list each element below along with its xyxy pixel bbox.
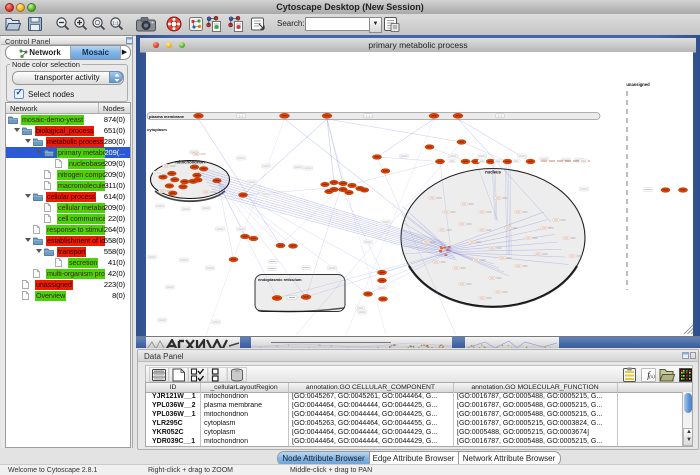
- svg-text:[...]: [...]: [366, 114, 370, 118]
- svg-text:mitochondrion: mitochondrion: [175, 160, 205, 165]
- svg-text:unassigned: unassigned: [626, 82, 650, 87]
- svg-text:(x): (x): [649, 375, 655, 380]
- svg-text:endoplasmic reticulum: endoplasmic reticulum: [258, 277, 302, 282]
- svg-text:1:1: 1:1: [112, 21, 119, 26]
- svg-text:nucleus: nucleus: [485, 170, 501, 175]
- svg-text:cytoplasm: cytoplasm: [147, 127, 167, 132]
- svg-text:[...]: [...]: [239, 114, 243, 118]
- svg-text:[...]: [...]: [498, 114, 502, 118]
- svg-text:plasma membrane: plasma membrane: [149, 114, 185, 119]
